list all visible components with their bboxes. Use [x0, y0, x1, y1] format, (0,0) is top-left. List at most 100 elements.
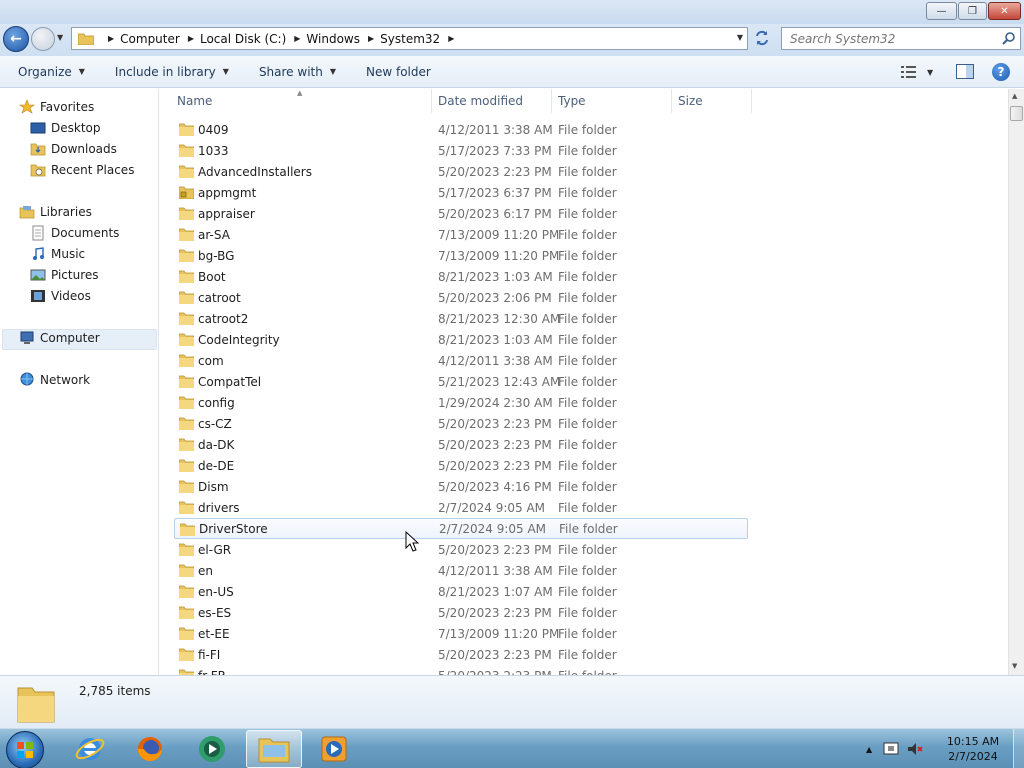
taskbar-media-center[interactable]: [184, 730, 240, 768]
file-row[interactable]: appmgmt 5/17/2023 6:37 PM File folder: [174, 182, 748, 203]
file-row[interactable]: CodeIntegrity 8/21/2023 1:03 AM File folde…: [174, 329, 748, 350]
show-desktop-button[interactable]: [1013, 729, 1024, 768]
file-row[interactable]: catroot2 8/21/2023 12:30 AM File folder: [174, 308, 748, 329]
maximize-button[interactable]: ❐: [958, 2, 987, 20]
file-type: File folder: [558, 311, 617, 326]
start-button[interactable]: [6, 731, 44, 768]
minimize-button[interactable]: —: [926, 2, 957, 20]
file-row[interactable]: Boot 8/21/2023 1:03 AM File folder: [174, 266, 748, 287]
breadcrumb-system32[interactable]: System32 ▶: [380, 32, 454, 46]
file-row[interactable]: fr-FR5/20/2023 2:23 PMFile folder: [174, 665, 748, 675]
breadcrumb-windows[interactable]: Windows ▶: [306, 32, 374, 46]
file-row[interactable]: cs-CZ 5/20/2023 2:23 PM File folder: [174, 413, 748, 434]
file-row[interactable]: en-US 8/21/2023 1:07 AM File folder: [174, 581, 748, 602]
file-row[interactable]: da-DK 5/20/2023 2:23 PM File folder: [174, 434, 748, 455]
taskbar-media-player[interactable]: [306, 730, 362, 768]
file-row[interactable]: fi-FI 5/20/2023 2:23 PM File folder: [174, 644, 748, 665]
file-name: Dism: [198, 479, 229, 494]
file-row[interactable]: Dism 5/20/2023 4:16 PM File folder: [174, 476, 748, 497]
column-header-date-modified[interactable]: Date modified: [432, 89, 552, 113]
file-row[interactable]: es-ES 5/20/2023 2:23 PM File folder: [174, 602, 748, 623]
address-dropdown-icon[interactable]: ▼: [737, 33, 743, 42]
help-icon: ?: [997, 65, 1005, 79]
file-row[interactable]: bg-BG 7/13/2009 11:20 PM File folder: [174, 245, 748, 266]
file-type: File folder: [558, 269, 617, 284]
nav-desktop[interactable]: Desktop: [30, 118, 101, 138]
nav-computer[interactable]: Computer: [19, 328, 100, 348]
file-type: File folder: [558, 374, 617, 389]
file-row[interactable]: DriverStore 2/7/2024 9:05 AM File folder: [174, 518, 748, 539]
refresh-icon: [756, 30, 768, 46]
file-row[interactable]: 1033 5/17/2023 7:33 PM File folder: [174, 140, 748, 161]
vertical-scrollbar[interactable]: ▲ ▼: [1008, 89, 1024, 675]
breadcrumb-local-disk[interactable]: Local Disk (C:) ▶: [200, 32, 300, 46]
search-input[interactable]: [790, 31, 990, 46]
nav-videos[interactable]: Videos: [30, 286, 91, 306]
folder-icon: [179, 375, 194, 388]
action-center-icon[interactable]: [882, 740, 900, 758]
chevron-down-icon: ▼: [927, 67, 934, 77]
file-row[interactable]: el-GR 5/20/2023 2:23 PM File folder: [174, 539, 748, 560]
file-row[interactable]: catroot 5/20/2023 2:06 PM File folder: [174, 287, 748, 308]
nav-pictures[interactable]: Pictures: [30, 265, 99, 285]
file-row[interactable]: en 4/12/2011 3:38 AM File folder: [174, 560, 748, 581]
file-date-modified: 8/21/2023 1:07 AM: [438, 584, 553, 599]
nav-recent-places[interactable]: Recent Places: [30, 160, 134, 180]
file-row[interactable]: de-DE 5/20/2023 2:23 PM File folder: [174, 455, 748, 476]
include-in-library-button[interactable]: Include in library ▼: [106, 60, 238, 84]
system-clock[interactable]: 10:15 AM 2/7/2024: [940, 734, 1006, 764]
history-dropdown-icon[interactable]: ▼: [57, 33, 67, 45]
preview-pane-button[interactable]: [956, 64, 974, 79]
breadcrumb-separator[interactable]: ▶: [100, 34, 114, 43]
file-date-modified: 4/12/2011 3:38 AM: [438, 353, 553, 368]
taskbar-firefox[interactable]: [122, 730, 178, 768]
column-header-type[interactable]: Type: [552, 89, 672, 113]
show-hidden-icons-icon[interactable]: ▲: [866, 745, 872, 754]
file-date-modified: 5/20/2023 6:17 PM: [438, 206, 552, 221]
file-type: File folder: [558, 605, 617, 620]
new-folder-button[interactable]: New folder: [357, 60, 440, 84]
nav-documents[interactable]: Documents: [30, 223, 119, 243]
search-box[interactable]: [781, 27, 1021, 50]
refresh-button[interactable]: [752, 29, 772, 49]
file-row[interactable]: et-EE 7/13/2009 11:20 PM File folder: [174, 623, 748, 644]
close-button[interactable]: ✕: [988, 2, 1021, 20]
scroll-thumb[interactable]: [1010, 106, 1023, 121]
close-icon: ✕: [1000, 5, 1009, 17]
column-header-size[interactable]: Size: [672, 89, 752, 113]
share-with-button[interactable]: Share with ▼: [250, 60, 345, 84]
scroll-down-icon[interactable]: ▼: [1012, 662, 1017, 670]
file-row[interactable]: ar-SA 7/13/2009 11:20 PM File folder: [174, 224, 748, 245]
taskbar-windows-explorer[interactable]: [246, 730, 302, 768]
address-bar[interactable]: ▶ Computer ▶ Local Disk (C:) ▶ Windows ▶ Sy…: [71, 27, 748, 50]
organize-button[interactable]: Organize ▼: [9, 60, 94, 84]
nav-favorites[interactable]: Favorites: [19, 97, 94, 117]
network-icon: [20, 372, 34, 386]
breadcrumb-computer[interactable]: Computer ▶: [120, 32, 194, 46]
nav-network[interactable]: Network: [19, 370, 90, 390]
search-icon[interactable]: [1002, 31, 1016, 45]
file-name: config: [198, 395, 235, 410]
file-row[interactable]: com 4/12/2011 3:38 AM File folder: [174, 350, 748, 371]
scroll-up-icon[interactable]: ▲: [1012, 92, 1017, 100]
forward-button[interactable]: [31, 27, 55, 51]
file-row[interactable]: drivers 2/7/2024 9:05 AM File folder: [174, 497, 748, 518]
file-row[interactable]: CompatTel 5/21/2023 12:43 AM File folder: [174, 371, 748, 392]
nav-downloads[interactable]: Downloads: [30, 139, 117, 159]
nav-music[interactable]: Music: [30, 244, 85, 264]
taskbar-internet-explorer[interactable]: [62, 730, 118, 768]
help-button[interactable]: ?: [992, 63, 1010, 81]
file-row[interactable]: AdvancedInstallers 5/20/2023 2:23 PM File …: [174, 161, 748, 182]
file-row[interactable]: appraiser 5/20/2023 6:17 PM File folder: [174, 203, 748, 224]
file-name: appmgmt: [198, 185, 257, 200]
navigation-bar: ← ▼ ▶ Computer ▶ Local Disk (C:) ▶ Windows…: [0, 24, 1024, 56]
file-row[interactable]: 0409 4/12/2011 3:38 AM File folder: [174, 119, 748, 140]
firefox-icon: [138, 737, 162, 761]
nav-libraries[interactable]: Libraries: [19, 202, 92, 222]
file-row[interactable]: config 1/29/2024 2:30 AM File folder: [174, 392, 748, 413]
volume-muted-icon[interactable]: [906, 740, 924, 758]
back-button[interactable]: ←: [3, 26, 29, 52]
title-bar: — ❐ ✕: [0, 0, 1024, 24]
file-type: File folder: [558, 542, 617, 557]
change-view-button[interactable]: ▼: [900, 60, 940, 84]
